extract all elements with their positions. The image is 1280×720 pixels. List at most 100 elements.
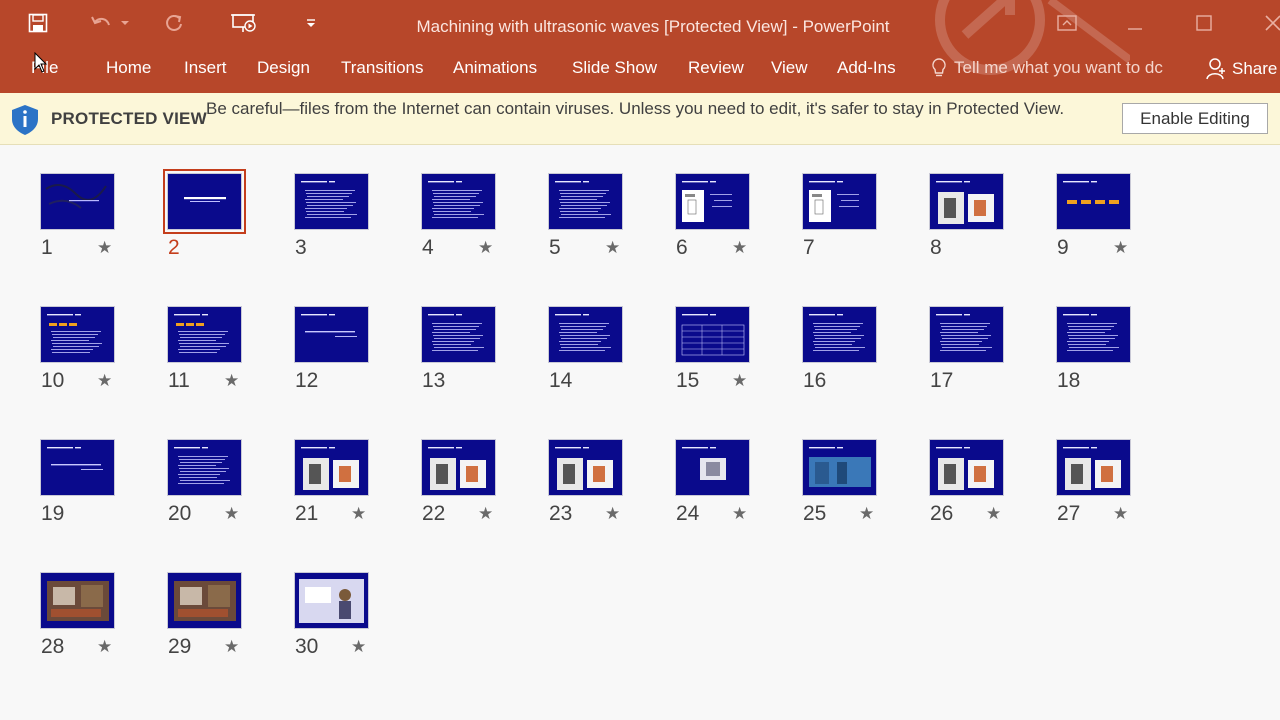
tab-slide-show[interactable]: Slide Show [572, 56, 657, 80]
animation-star-icon[interactable]: ★ [351, 504, 366, 524]
slide-image[interactable] [167, 572, 242, 629]
tab-view[interactable]: View [771, 56, 808, 80]
slide-number: 25 [803, 502, 827, 525]
animation-star-icon[interactable]: ★ [97, 238, 112, 258]
animation-star-icon[interactable]: ★ [478, 238, 493, 258]
slide-thumbnail-14[interactable]: 14 [548, 306, 675, 406]
slide-thumbnail-25[interactable]: 25 ★ [802, 439, 929, 539]
slide-image[interactable] [294, 173, 369, 230]
tab-home[interactable]: Home [106, 56, 151, 80]
slide-image[interactable] [675, 173, 750, 230]
slide-image[interactable] [802, 306, 877, 363]
slide-thumbnail-2[interactable]: 2 [163, 169, 294, 273]
animation-star-icon[interactable]: ★ [859, 504, 874, 524]
slide-image[interactable] [548, 306, 623, 363]
animation-star-icon[interactable]: ★ [605, 504, 620, 524]
maximize-icon[interactable] [1189, 8, 1219, 38]
close-icon[interactable] [1258, 8, 1280, 38]
enable-editing-button[interactable]: Enable Editing [1122, 103, 1268, 134]
animation-star-icon[interactable]: ★ [224, 504, 239, 524]
minimize-icon[interactable] [1120, 8, 1150, 38]
animation-star-icon[interactable]: ★ [986, 504, 1001, 524]
slide-image[interactable] [294, 306, 369, 363]
tab-animations[interactable]: Animations [453, 56, 537, 80]
slide-thumbnail-20[interactable]: 20 ★ [167, 439, 294, 539]
animation-star-icon[interactable]: ★ [732, 238, 747, 258]
slide-thumbnail-15[interactable]: 15 ★ [675, 306, 802, 406]
animation-star-icon[interactable]: ★ [224, 371, 239, 391]
slide-thumbnail-30[interactable]: 30 ★ [294, 572, 421, 672]
slide-thumbnail-13[interactable]: 13 [421, 306, 548, 406]
slide-thumbnail-26[interactable]: 26 ★ [929, 439, 1056, 539]
slide-image[interactable] [929, 306, 1004, 363]
slide-thumbnail-10[interactable]: 10 ★ [40, 306, 167, 406]
slide-thumbnail-16[interactable]: 16 [802, 306, 929, 406]
slide-thumbnail-18[interactable]: 18 [1056, 306, 1183, 406]
slide-thumbnail-22[interactable]: 22 ★ [421, 439, 548, 539]
slide-thumbnail-8[interactable]: 8 [929, 173, 1056, 273]
animation-star-icon[interactable]: ★ [1113, 504, 1128, 524]
tab-insert[interactable]: Insert [184, 56, 227, 80]
animation-star-icon[interactable]: ★ [605, 238, 620, 258]
slide-image[interactable] [802, 173, 877, 230]
ribbon-display-options-icon[interactable] [1052, 8, 1082, 38]
slide-image[interactable] [294, 572, 369, 629]
slide-image[interactable] [40, 306, 115, 363]
slide-image[interactable] [167, 439, 242, 496]
slide-image[interactable] [421, 306, 496, 363]
slide-number: 13 [422, 369, 446, 392]
slide-thumbnail-4[interactable]: 4 ★ [421, 173, 548, 273]
shield-icon [12, 105, 38, 135]
slide-image[interactable] [675, 306, 750, 363]
animation-star-icon[interactable]: ★ [97, 371, 112, 391]
slide-thumbnail-12[interactable]: 12 [294, 306, 421, 406]
slide-thumbnail-23[interactable]: 23 ★ [548, 439, 675, 539]
tab-design[interactable]: Design [257, 56, 310, 80]
slide-number: 15 [676, 369, 700, 392]
slide-thumbnail-19[interactable]: 19 [40, 439, 167, 539]
slide-thumbnail-7[interactable]: 7 [802, 173, 929, 273]
slide-image[interactable] [548, 439, 623, 496]
slide-image[interactable] [40, 439, 115, 496]
animation-star-icon[interactable]: ★ [97, 637, 112, 657]
slide-image[interactable] [294, 439, 369, 496]
slide-image[interactable] [1056, 439, 1131, 496]
slide-thumbnail-6[interactable]: 6 ★ [675, 173, 802, 273]
tab-add-ins[interactable]: Add-Ins [837, 56, 896, 80]
slide-image[interactable] [167, 306, 242, 363]
slide-thumbnail-11[interactable]: 11 ★ [167, 306, 294, 406]
slide-image[interactable] [40, 173, 115, 230]
share-button[interactable]: Share [1196, 56, 1277, 82]
slide-image[interactable] [163, 169, 246, 234]
animation-star-icon[interactable]: ★ [732, 371, 747, 391]
slide-thumbnail-5[interactable]: 5 ★ [548, 173, 675, 273]
slide-thumbnail-1[interactable]: 1 ★ [40, 173, 167, 273]
animation-star-icon[interactable]: ★ [351, 637, 366, 657]
slide-thumbnail-3[interactable]: 3 [294, 173, 421, 273]
slide-thumbnail-28[interactable]: 28 ★ [40, 572, 167, 672]
animation-star-icon[interactable]: ★ [1113, 238, 1128, 258]
slide-image[interactable] [929, 173, 1004, 230]
animation-star-icon[interactable]: ★ [224, 637, 239, 657]
slide-thumbnail-17[interactable]: 17 [929, 306, 1056, 406]
slide-image[interactable] [421, 173, 496, 230]
slide-image[interactable] [802, 439, 877, 496]
tab-transitions[interactable]: Transitions [341, 56, 424, 80]
slide-thumbnail-24[interactable]: 24 ★ [675, 439, 802, 539]
slide-image[interactable] [421, 439, 496, 496]
slide-thumbnail-27[interactable]: 27 ★ [1056, 439, 1183, 539]
slide-preview [549, 307, 622, 362]
slide-image[interactable] [548, 173, 623, 230]
animation-star-icon[interactable]: ★ [732, 504, 747, 524]
slide-image[interactable] [1056, 173, 1131, 230]
slide-image[interactable] [1056, 306, 1131, 363]
slide-thumbnail-29[interactable]: 29 ★ [167, 572, 294, 672]
slide-image[interactable] [675, 439, 750, 496]
tab-review[interactable]: Review [688, 56, 744, 80]
slide-image[interactable] [40, 572, 115, 629]
animation-star-icon[interactable]: ★ [478, 504, 493, 524]
slide-thumbnail-9[interactable]: 9 ★ [1056, 173, 1183, 273]
tell-me-box[interactable]: Tell me what you want to dc [930, 56, 1163, 80]
slide-image[interactable] [929, 439, 1004, 496]
slide-thumbnail-21[interactable]: 21 ★ [294, 439, 421, 539]
